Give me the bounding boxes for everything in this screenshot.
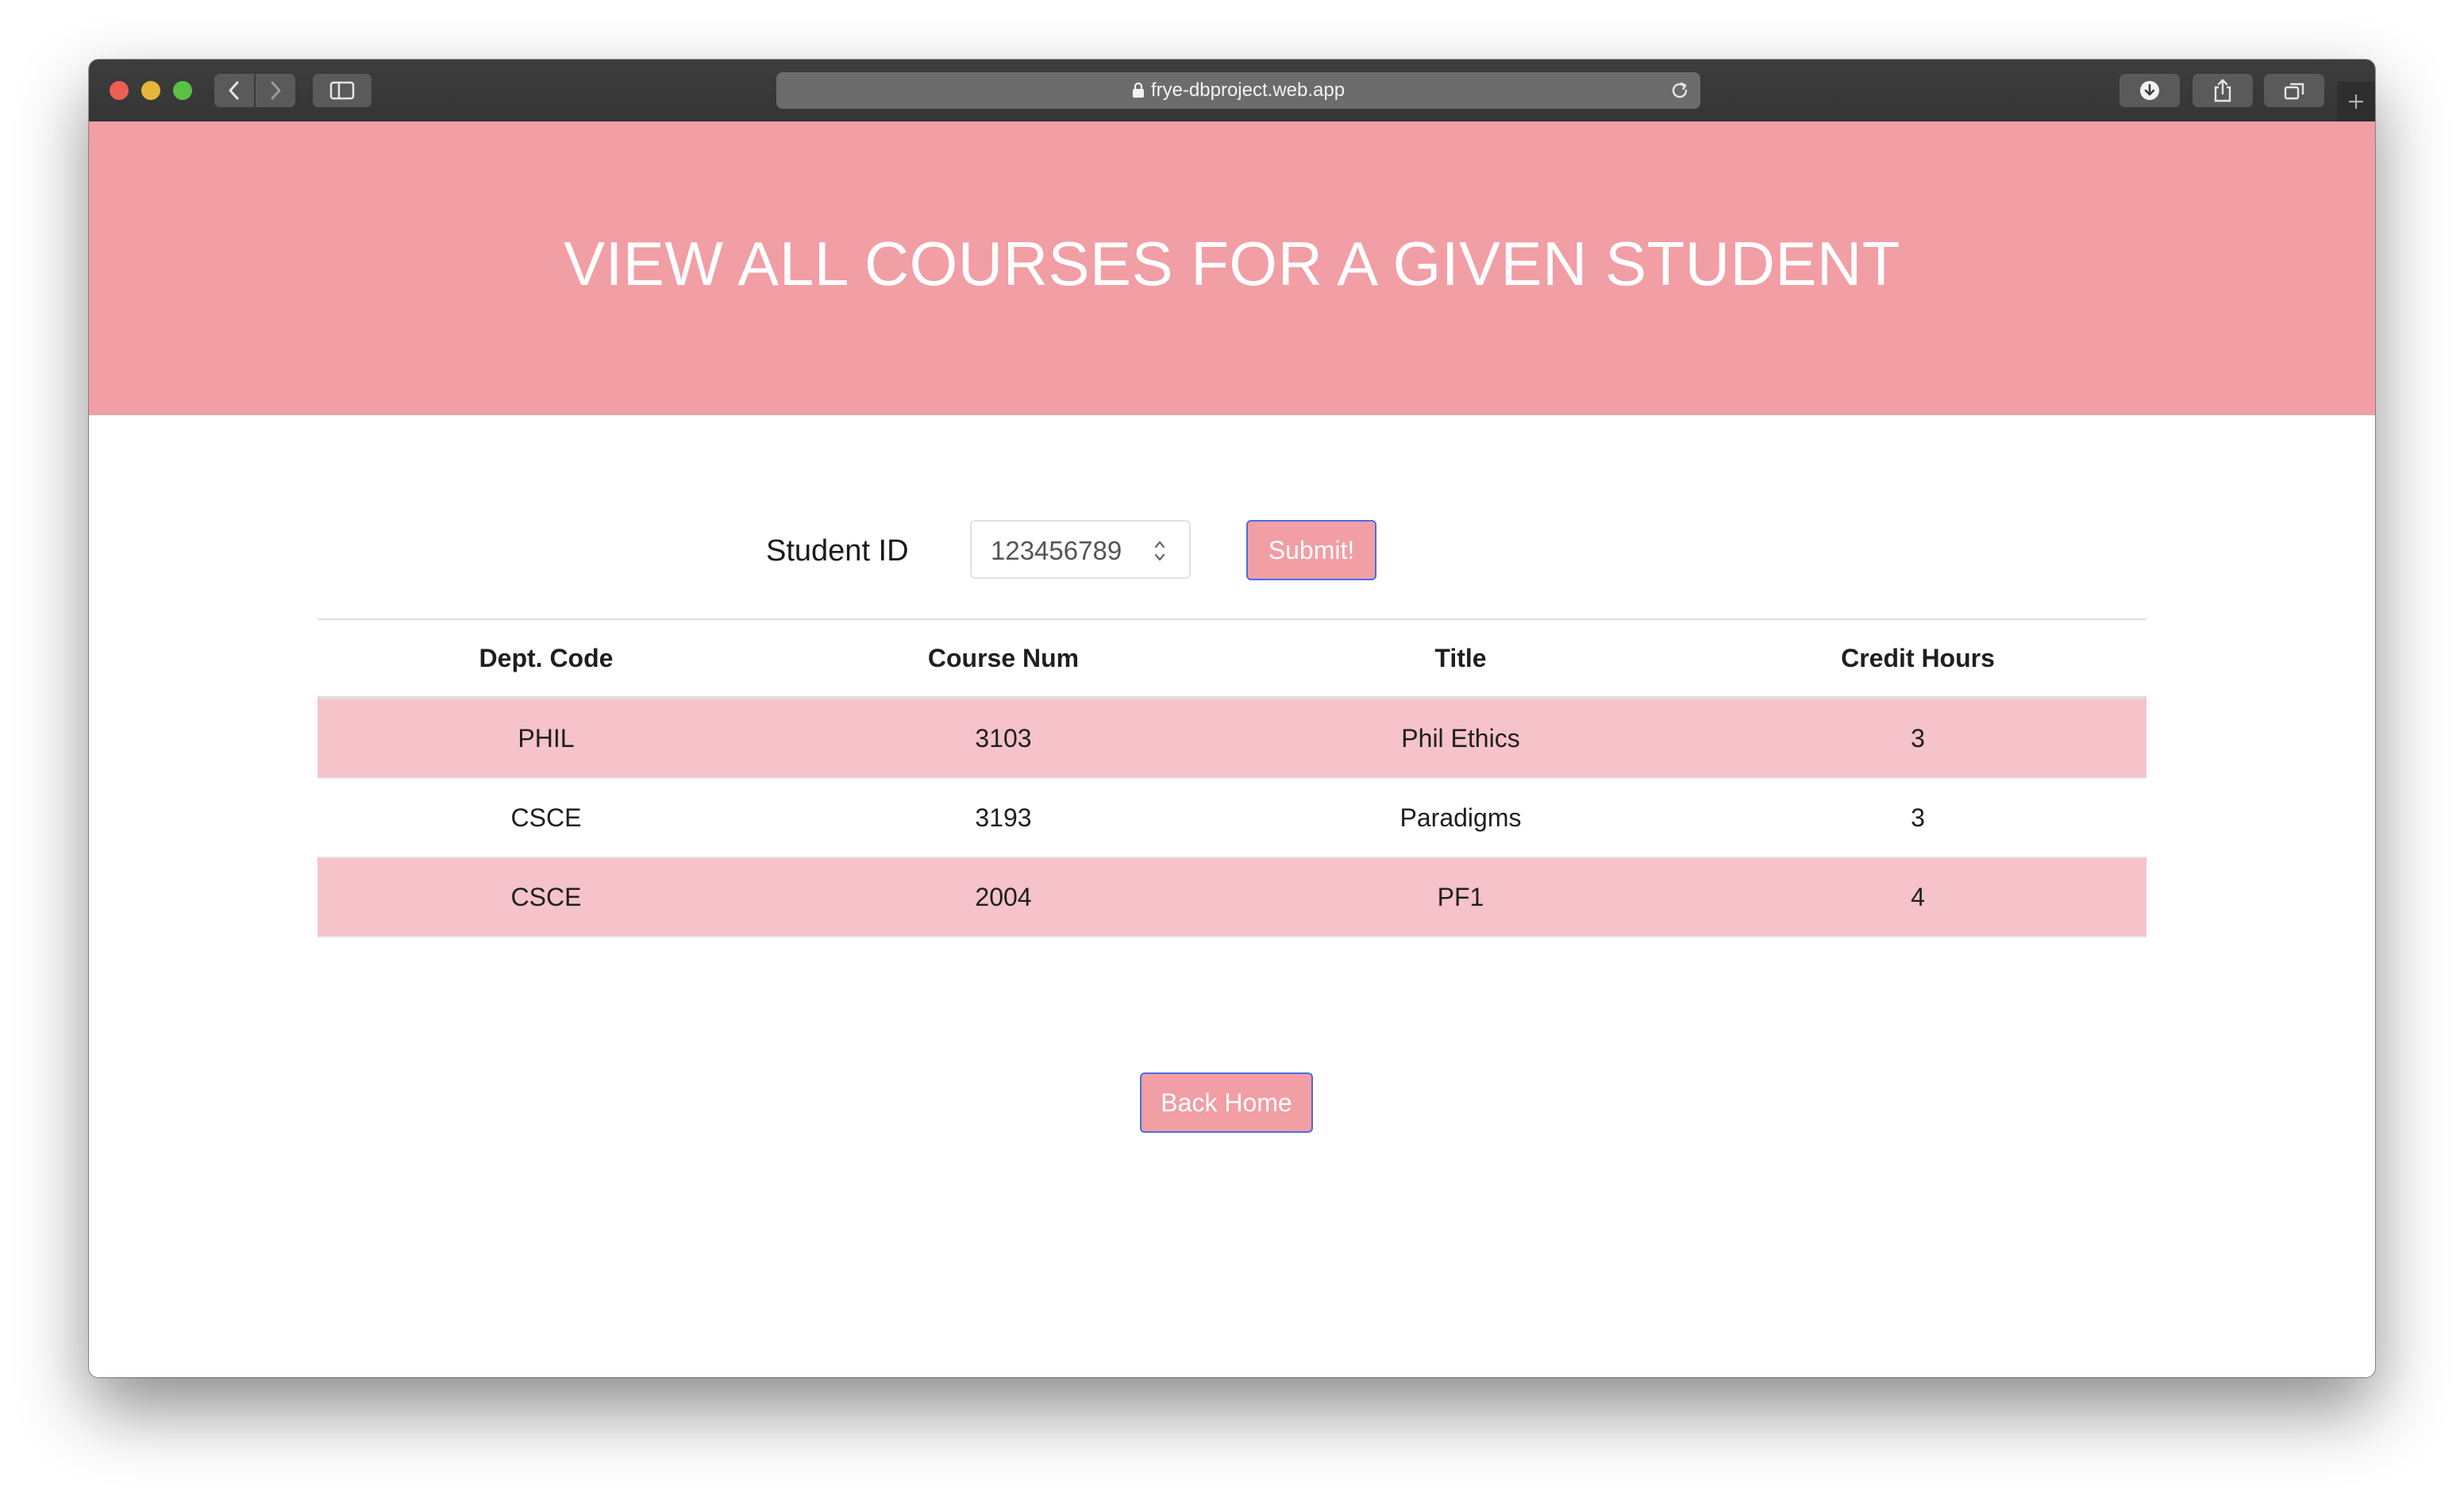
cell-course-num: 2004 [975, 882, 1032, 911]
cell-dept-code: CSCE [510, 803, 582, 832]
url-text: frye-dbproject.web.app [1150, 79, 1346, 101]
page-title: VIEW ALL COURSES FOR A GIVEN STUDENT [564, 228, 1900, 298]
minimize-window-button[interactable] [141, 81, 160, 100]
cell-dept-code: CSCE [510, 882, 582, 911]
table-header-row: Dept. Code Course Num Title Credit Hours [318, 619, 2146, 698]
chevron-right-icon [271, 81, 281, 100]
column-header-course-num: Course Num [927, 643, 1080, 672]
tabs-overview-icon [2284, 83, 2304, 100]
cell-course-num: 3193 [975, 803, 1032, 832]
student-id-value: 123456789 [991, 536, 1122, 565]
cell-credit-hours: 3 [1911, 803, 1925, 832]
student-id-input[interactable]: 123456789 [970, 520, 1191, 579]
back-button[interactable] [214, 74, 254, 107]
chevron-left-icon [229, 81, 239, 100]
table-row: CSCE 2004 PF1 4 [318, 857, 2146, 937]
forward-button[interactable] [256, 74, 295, 107]
column-header-title: Title [1434, 643, 1487, 672]
submit-button[interactable]: Submit! [1246, 520, 1376, 580]
downloads-button[interactable] [2119, 74, 2180, 107]
lock-icon [1132, 83, 1145, 98]
cell-credit-hours: 4 [1911, 882, 1925, 911]
address-bar[interactable]: frye-dbproject.web.app [776, 72, 1700, 109]
share-icon [2214, 79, 2231, 102]
table-row: PHIL 3103 Phil Ethics 3 [318, 698, 2146, 778]
column-header-dept-code: Dept. Code [479, 643, 614, 672]
close-window-button[interactable] [110, 81, 129, 100]
browser-toolbar: frye-dbproject.web.app [89, 60, 2375, 122]
new-tab-button[interactable] [2337, 82, 2375, 121]
share-button[interactable] [2193, 74, 2253, 107]
zoom-window-button[interactable] [173, 81, 192, 100]
sidebar-icon [329, 81, 355, 100]
cell-course-num: 3103 [975, 723, 1032, 753]
student-id-label: Student ID [766, 534, 909, 568]
cell-title: Phil Ethics [1401, 723, 1520, 753]
sidebar-toggle-button[interactable] [313, 74, 372, 107]
cell-credit-hours: 3 [1911, 723, 1925, 753]
cell-title: PF1 [1437, 882, 1484, 911]
courses-table: Dept. Code Course Num Title Credit Hours… [318, 618, 2146, 938]
number-stepper-icon[interactable] [1153, 537, 1167, 568]
download-icon [2140, 81, 2159, 100]
cell-dept-code: PHIL [518, 723, 575, 753]
student-search-form: Student ID 123456789 Submit! [89, 520, 2375, 583]
courses-table-container: Dept. Code Course Num Title Credit Hours… [318, 618, 2146, 938]
page-banner: VIEW ALL COURSES FOR A GIVEN STUDENT [89, 121, 2375, 415]
tab-overview-button[interactable] [2264, 74, 2324, 107]
plus-icon [2349, 94, 2363, 109]
reload-icon[interactable] [1669, 79, 1691, 107]
back-home-button[interactable]: Back Home [1140, 1072, 1313, 1133]
table-row: CSCE 3193 Paradigms 3 [318, 778, 2146, 857]
column-header-credit-hours: Credit Hours [1841, 643, 1995, 672]
browser-window: frye-dbproject.web.app VIEW ALL COURSES … [89, 60, 2375, 1377]
cell-title: Paradigms [1399, 803, 1522, 832]
